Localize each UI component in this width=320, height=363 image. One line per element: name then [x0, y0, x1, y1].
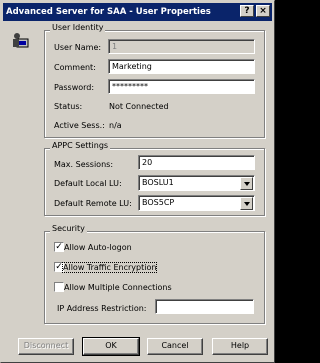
user-name-label: User Name: — [54, 43, 102, 52]
help-button[interactable]: Help — [212, 338, 268, 355]
chevron-down-icon — [243, 181, 250, 186]
ip-restriction-label: IP Address Restriction: — [57, 304, 147, 313]
security-title: Security — [50, 224, 87, 233]
remote-lu-value: BOS5CP — [142, 198, 175, 207]
user-name-field[interactable]: 1 — [108, 39, 255, 54]
ok-button[interactable]: OK — [82, 337, 140, 356]
window-title: Advanced Server for SAA - User Propertie… — [6, 7, 211, 17]
multiple-connections-label[interactable]: Allow Multiple Connections — [64, 283, 172, 292]
remote-lu-dropdown-button[interactable] — [240, 197, 253, 210]
close-button[interactable]: × — [256, 5, 270, 17]
traffic-encryption-label[interactable]: Allow Traffic Encryption — [61, 262, 158, 273]
disconnect-button[interactable]: Disconnect — [18, 338, 74, 355]
local-lu-label: Default Local LU: — [54, 179, 122, 188]
remote-lu-dropdown[interactable]: BOS5CP — [138, 195, 255, 211]
remote-lu-label: Default Remote LU: — [54, 199, 132, 208]
active-sessions-value: n/a — [109, 121, 122, 130]
status-value: Not Connected — [109, 102, 169, 111]
title-bar: Advanced Server for SAA - User Propertie… — [3, 3, 272, 21]
local-lu-value: BOSLU1 — [142, 178, 174, 187]
user-icon — [13, 33, 29, 48]
max-sessions-field[interactable]: 20 — [138, 155, 255, 170]
active-sessions-label: Active Sess.: — [54, 121, 105, 130]
local-lu-dropdown-button[interactable] — [240, 177, 253, 190]
ip-restriction-field[interactable] — [155, 299, 254, 314]
max-sessions-label: Max. Sessions: — [54, 160, 114, 169]
status-label: Status: — [54, 102, 83, 111]
user-properties-dialog: Advanced Server for SAA - User Propertie… — [0, 0, 275, 363]
password-label: Password: — [54, 83, 95, 92]
comment-label: Comment: — [54, 63, 96, 72]
comment-field[interactable]: Marketing — [108, 59, 255, 74]
chevron-down-icon — [243, 201, 250, 206]
auto-logon-label[interactable]: Allow Auto-logon — [64, 243, 132, 252]
cancel-button[interactable]: Cancel — [147, 338, 203, 355]
password-field[interactable]: ********* — [108, 79, 255, 94]
multiple-connections-checkbox[interactable] — [54, 282, 64, 292]
local-lu-dropdown[interactable]: BOSLU1 — [138, 175, 255, 191]
appc-settings-title: APPC Settings — [50, 141, 111, 150]
user-identity-title: User Identity — [50, 23, 106, 32]
auto-logon-checkbox[interactable]: ✓ — [54, 242, 64, 252]
help-title-button[interactable]: ? — [240, 5, 254, 17]
